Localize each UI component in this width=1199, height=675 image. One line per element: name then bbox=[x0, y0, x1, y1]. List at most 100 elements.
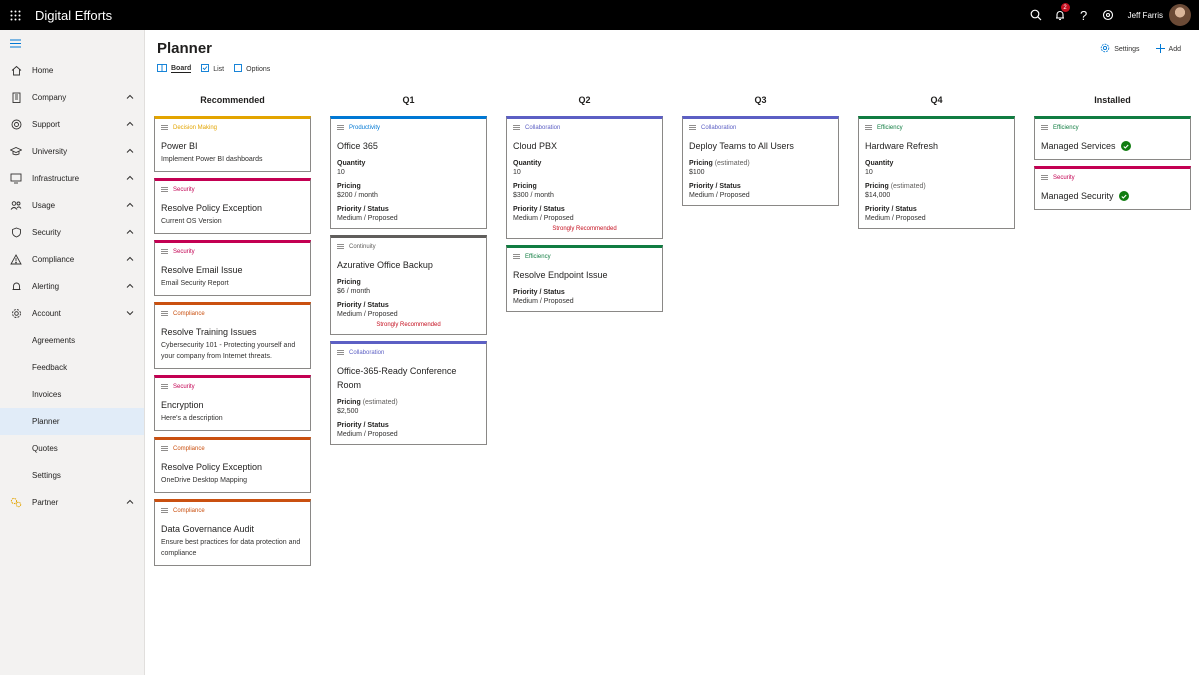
sidebar-subitem-planner[interactable]: Planner bbox=[0, 408, 144, 435]
settings-button[interactable]: Settings bbox=[1100, 43, 1140, 55]
card-description: Implement Power BI dashboards bbox=[161, 156, 263, 163]
card-category: Compliance bbox=[161, 309, 304, 319]
card[interactable]: Security Resolve Email Issue Email Secur… bbox=[154, 240, 311, 296]
card-title: Cloud PBX bbox=[513, 141, 558, 151]
checkbox-checked-icon bbox=[201, 64, 210, 74]
card[interactable]: Compliance Data Governance Audit Ensure … bbox=[154, 499, 311, 566]
pricing-label: Pricing (estimated) bbox=[865, 183, 926, 190]
sidebar-item-university[interactable]: University bbox=[0, 138, 144, 165]
warning-icon bbox=[10, 254, 22, 266]
chevron-up-icon[interactable] bbox=[126, 282, 134, 291]
priority-status-label: Priority / Status bbox=[337, 422, 389, 429]
chevron-up-icon[interactable] bbox=[126, 120, 134, 129]
priority-status-value: Medium / Proposed bbox=[337, 311, 398, 318]
pricing-value: $2,500 bbox=[337, 408, 359, 415]
card[interactable]: Collaboration Deploy Teams to All Users … bbox=[682, 116, 839, 206]
category-lines-icon bbox=[161, 383, 168, 391]
hamburger-menu-icon[interactable] bbox=[0, 30, 144, 57]
card[interactable]: Efficiency Managed Services bbox=[1034, 116, 1191, 160]
notification-count-badge: 2 bbox=[1060, 3, 1070, 12]
sidebar-item-support[interactable]: Support bbox=[0, 111, 144, 138]
card[interactable]: Decision Making Power BI Implement Power… bbox=[154, 116, 311, 172]
card[interactable]: Security Resolve Policy Exception Curren… bbox=[154, 178, 311, 234]
settings-label: Settings bbox=[1114, 45, 1140, 53]
card[interactable]: Collaboration Cloud PBX Quantity 10 Pric… bbox=[506, 116, 663, 239]
card-title: Office-365-Ready Conference Room bbox=[337, 366, 457, 390]
tab-board[interactable]: Board bbox=[157, 64, 192, 74]
tab-label: Options bbox=[246, 65, 271, 73]
chevron-up-icon[interactable] bbox=[126, 93, 134, 102]
app-launcher-icon[interactable] bbox=[0, 0, 30, 30]
card[interactable]: Collaboration Office-365-Ready Conferenc… bbox=[330, 341, 487, 445]
main-content: Planner Board List Options Settings Add … bbox=[145, 30, 1199, 675]
category-lines-icon bbox=[161, 248, 168, 256]
chevron-up-icon[interactable] bbox=[126, 498, 134, 507]
chevron-up-icon[interactable] bbox=[126, 174, 134, 183]
card-description: OneDrive Desktop Mapping bbox=[161, 477, 247, 484]
card-description: Cybersecurity 101 - Protecting yourself … bbox=[161, 342, 296, 360]
chevron-up-icon[interactable] bbox=[126, 147, 134, 156]
sidebar-subitem-feedback[interactable]: Feedback bbox=[0, 354, 144, 381]
quantity-label: Quantity bbox=[337, 160, 366, 167]
sidebar-item-security[interactable]: Security bbox=[0, 219, 144, 246]
card-title: Resolve Policy Exception bbox=[161, 462, 263, 472]
card-category: Efficiency bbox=[1041, 123, 1184, 133]
installed-check-icon bbox=[1118, 191, 1129, 201]
sidebar-item-alerting[interactable]: Alerting bbox=[0, 273, 144, 300]
card[interactable]: Continuity Azurative Office Backup Prici… bbox=[330, 235, 487, 335]
card[interactable]: Efficiency Hardware Refresh Quantity 10 … bbox=[858, 116, 1015, 229]
chevron-up-icon[interactable] bbox=[126, 201, 134, 210]
sidebar-item-infrastructure[interactable]: Infrastructure bbox=[0, 165, 144, 192]
category-lines-icon bbox=[689, 124, 696, 132]
column-q4: Q4 Efficiency Hardware Refresh Quantity … bbox=[858, 93, 1015, 572]
quantity-value: 10 bbox=[337, 169, 345, 176]
chevron-down-icon[interactable] bbox=[126, 309, 134, 318]
category-lines-icon bbox=[161, 124, 168, 132]
chevron-up-icon[interactable] bbox=[126, 255, 134, 264]
card[interactable]: Efficiency Resolve Endpoint Issue Priori… bbox=[506, 245, 663, 312]
sidebar-item-compliance[interactable]: Compliance bbox=[0, 246, 144, 273]
notifications-bell-icon[interactable]: 2 bbox=[1048, 0, 1072, 30]
card[interactable]: Compliance Resolve Training Issues Cyber… bbox=[154, 302, 311, 369]
sidebar-item-partner[interactable]: Partner bbox=[0, 489, 144, 516]
sidebar-subitem-settings[interactable]: Settings bbox=[0, 462, 144, 489]
category-lines-icon bbox=[513, 124, 520, 132]
pricing-label: Pricing bbox=[513, 183, 537, 190]
feedback-icon[interactable] bbox=[1096, 0, 1120, 30]
avatar[interactable] bbox=[1169, 4, 1191, 26]
card-description: Current OS Version bbox=[161, 218, 222, 225]
category-lines-icon bbox=[161, 186, 168, 194]
card-category: Efficiency bbox=[865, 123, 1008, 133]
search-icon[interactable] bbox=[1024, 0, 1048, 30]
priority-status-value: Medium / Proposed bbox=[337, 215, 398, 222]
sidebar-item-label: Compliance bbox=[32, 255, 75, 264]
column-header: Q3 bbox=[754, 95, 767, 105]
sidebar-subitem-agreements[interactable]: Agreements bbox=[0, 327, 144, 354]
sidebar-item-label: Usage bbox=[32, 201, 56, 210]
tab-list[interactable]: List bbox=[201, 64, 224, 74]
sidebar-item-account[interactable]: Account bbox=[0, 300, 144, 327]
card[interactable]: Security Managed Security bbox=[1034, 166, 1191, 210]
card-category: Continuity bbox=[337, 242, 480, 252]
pricing-label: Pricing (estimated) bbox=[337, 399, 398, 406]
card-title: Resolve Endpoint Issue bbox=[513, 270, 608, 280]
sidebar-item-home[interactable]: Home bbox=[0, 57, 144, 84]
priority-status-label: Priority / Status bbox=[337, 302, 389, 309]
user-name[interactable]: Jeff Farris bbox=[1128, 11, 1163, 20]
sidebar-item-usage[interactable]: Usage bbox=[0, 192, 144, 219]
tab-options[interactable]: Options bbox=[234, 64, 270, 74]
category-lines-icon bbox=[337, 243, 344, 251]
sidebar-subitem-invoices[interactable]: Invoices bbox=[0, 381, 144, 408]
add-button[interactable]: Add bbox=[1155, 43, 1181, 55]
pricing-label: Pricing bbox=[337, 279, 361, 286]
sidebar-item-label: Support bbox=[32, 120, 61, 129]
card[interactable]: Productivity Office 365 Quantity 10 Pric… bbox=[330, 116, 487, 229]
sidebar-subitem-quotes[interactable]: Quotes bbox=[0, 435, 144, 462]
chevron-up-icon[interactable] bbox=[126, 228, 134, 237]
card[interactable]: Security Encryption Here's a description bbox=[154, 375, 311, 431]
sidebar-item-company[interactable]: Company bbox=[0, 84, 144, 111]
sidebar-item-label: Account bbox=[32, 309, 61, 318]
card[interactable]: Compliance Resolve Policy Exception OneD… bbox=[154, 437, 311, 493]
help-icon[interactable]: ? bbox=[1072, 0, 1096, 30]
sidebar: Home Company Support University Infrastr… bbox=[0, 30, 145, 675]
